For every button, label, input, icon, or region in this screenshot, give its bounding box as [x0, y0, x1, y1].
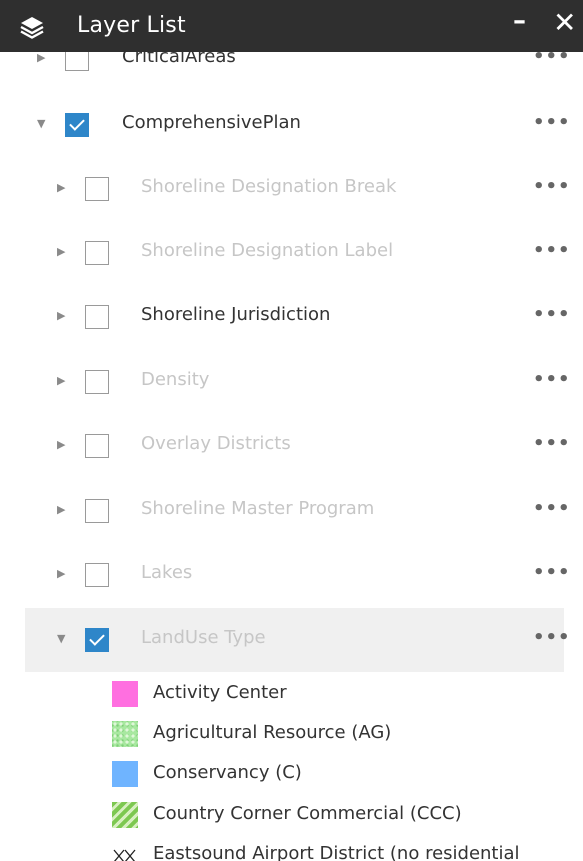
layer-row[interactable]: ▶ Shoreline Jurisdiction ••• [0, 285, 583, 349]
legend-swatch [112, 721, 138, 747]
layer-visibility-checkbox[interactable] [85, 241, 109, 265]
layer-options-button[interactable]: ••• [533, 433, 571, 454]
legend-swatch [112, 681, 138, 707]
expand-arrow-icon[interactable]: ▶ [57, 181, 65, 194]
legend-swatch [112, 761, 138, 787]
expand-arrow-icon[interactable]: ▶ [57, 567, 65, 580]
layer-options-button[interactable]: ••• [533, 176, 571, 197]
layer-options-button[interactable]: ••• [533, 369, 571, 390]
layer-label: Density [141, 369, 210, 390]
layer-visibility-checkbox[interactable] [85, 305, 109, 329]
layer-row[interactable]: ▼ ComprehensivePlan ••• [0, 93, 583, 157]
legend-label: Country Corner Commercial (CCC) [153, 803, 462, 824]
layer-label: CriticalAreas [122, 52, 236, 67]
layer-visibility-checkbox[interactable] [85, 563, 109, 587]
layer-visibility-checkbox[interactable] [85, 499, 109, 523]
layer-visibility-checkbox[interactable] [65, 52, 89, 71]
legend-item: Activity Center [112, 681, 582, 707]
layer-label: ComprehensivePlan [122, 112, 301, 133]
layer-list[interactable]: ▶ CriticalAreas ••• ▼ ComprehensivePlan ••• ▶ S… [0, 52, 583, 861]
layer-visibility-checkbox[interactable] [85, 177, 109, 201]
layer-visibility-checkbox[interactable] [65, 113, 89, 137]
legend-label: Conservancy (C) [153, 762, 302, 783]
expand-arrow-icon[interactable]: ▶ [57, 374, 65, 387]
panel-header: Layer List – ✕ [0, 0, 583, 52]
layer-options-button[interactable]: ••• [533, 52, 571, 67]
legend-label: Eastsound Airport District (no residenti… [153, 843, 520, 861]
layer-options-button[interactable]: ••• [533, 240, 571, 261]
layer-options-button[interactable]: ••• [533, 562, 571, 583]
layer-label: Lakes [141, 562, 193, 583]
layer-options-button[interactable]: ••• [533, 304, 571, 325]
expand-arrow-icon[interactable]: ▶ [37, 52, 45, 64]
layer-visibility-checkbox[interactable] [85, 434, 109, 458]
expand-arrow-icon[interactable]: ▶ [57, 438, 65, 451]
legend-item: Conservancy (C) [112, 761, 582, 787]
layer-label: Shoreline Designation Break [141, 176, 397, 197]
legend-item: Country Corner Commercial (CCC) [112, 802, 582, 828]
layer-options-button[interactable]: ••• [533, 627, 571, 648]
layer-options-button[interactable]: ••• [533, 498, 571, 519]
layer-label: Overlay Districts [141, 433, 291, 454]
layer-row[interactable]: ▶ Shoreline Designation Label ••• [0, 221, 583, 285]
layer-label: LandUse Type [141, 627, 266, 648]
legend-item: Agricultural Resource (AG) [112, 721, 582, 747]
legend-item: Eastsound Airport District (no residenti… [112, 842, 582, 861]
layer-options-button[interactable]: ••• [533, 112, 571, 133]
layer-visibility-checkbox[interactable] [85, 370, 109, 394]
layer-row[interactable]: ▼ LandUse Type ••• [25, 608, 570, 672]
close-button[interactable]: ✕ [553, 6, 576, 39]
layers-icon [20, 17, 44, 39]
layer-row[interactable]: ▶ Density ••• [0, 350, 583, 414]
expand-arrow-icon[interactable]: ▶ [57, 503, 65, 516]
legend-swatch-cross-icon [112, 842, 138, 861]
legend-label: Activity Center [153, 682, 287, 703]
minimize-button[interactable]: – [513, 6, 526, 36]
legend-swatch [112, 802, 138, 828]
collapse-arrow-icon[interactable]: ▼ [37, 117, 45, 130]
layer-label: Shoreline Designation Label [141, 240, 394, 261]
layer-row[interactable]: ▶ Lakes ••• [0, 543, 583, 607]
layer-row[interactable]: ▶ Shoreline Designation Break ••• [0, 157, 583, 221]
panel-title: Layer List [77, 13, 186, 38]
layer-row[interactable]: ▶ Overlay Districts ••• [0, 414, 583, 478]
layer-label: Shoreline Jurisdiction [141, 304, 331, 325]
expand-arrow-icon[interactable]: ▶ [57, 309, 65, 322]
collapse-arrow-icon[interactable]: ▼ [57, 632, 65, 645]
layer-row[interactable]: ▶ Shoreline Master Program ••• [0, 479, 583, 543]
layer-visibility-checkbox[interactable] [85, 628, 109, 652]
legend-label: Agricultural Resource (AG) [153, 722, 392, 743]
layer-row[interactable]: ▶ CriticalAreas ••• [0, 52, 583, 91]
expand-arrow-icon[interactable]: ▶ [57, 245, 65, 258]
layer-label: Shoreline Master Program [141, 498, 375, 519]
